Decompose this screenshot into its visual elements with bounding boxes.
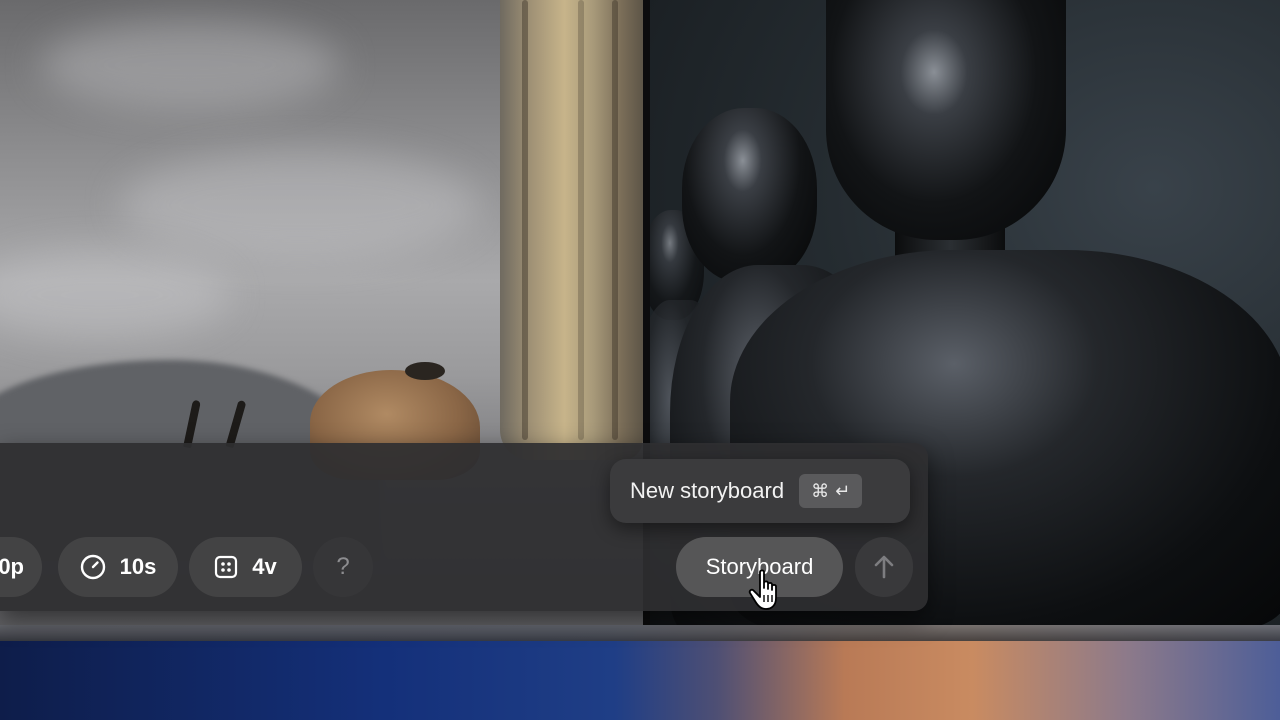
- command-key-icon: ⌘: [811, 480, 830, 502]
- arrow-up-icon: [872, 554, 896, 580]
- help-button[interactable]: ?: [313, 537, 373, 597]
- window-bottom-edge: [0, 625, 1280, 641]
- variations-label: 4v: [252, 554, 277, 579]
- variations-button[interactable]: 4v: [189, 537, 302, 597]
- rock-crack: [522, 0, 528, 440]
- tooltip-label: New storyboard: [630, 478, 785, 503]
- cloud: [0, 250, 230, 340]
- hand-pointer-icon: [748, 568, 788, 612]
- resolution-label: 0p: [0, 554, 24, 579]
- figure-head-front: [826, 0, 1066, 240]
- return-key-icon: ↵: [835, 480, 851, 502]
- submit-button[interactable]: [855, 537, 913, 597]
- rock-pillar: [500, 0, 643, 460]
- figure-head-mid: [682, 108, 817, 283]
- clock-icon: [80, 554, 106, 580]
- app-stage: 0p 10s 4v ? New storyboard ⌘ ↵ Storyboar…: [0, 0, 1280, 720]
- goat-tuft: [405, 362, 445, 380]
- rock-crack: [612, 0, 618, 440]
- new-storyboard-tooltip: New storyboard ⌘ ↵: [610, 459, 910, 523]
- duration-button[interactable]: 10s: [58, 537, 178, 597]
- cloud: [120, 150, 480, 260]
- keyboard-shortcut: ⌘ ↵: [799, 474, 863, 508]
- cloud: [40, 20, 340, 110]
- help-label: ?: [336, 553, 350, 580]
- rock-crack: [578, 0, 584, 440]
- duration-label: 10s: [119, 554, 157, 579]
- grid-icon: [214, 555, 238, 579]
